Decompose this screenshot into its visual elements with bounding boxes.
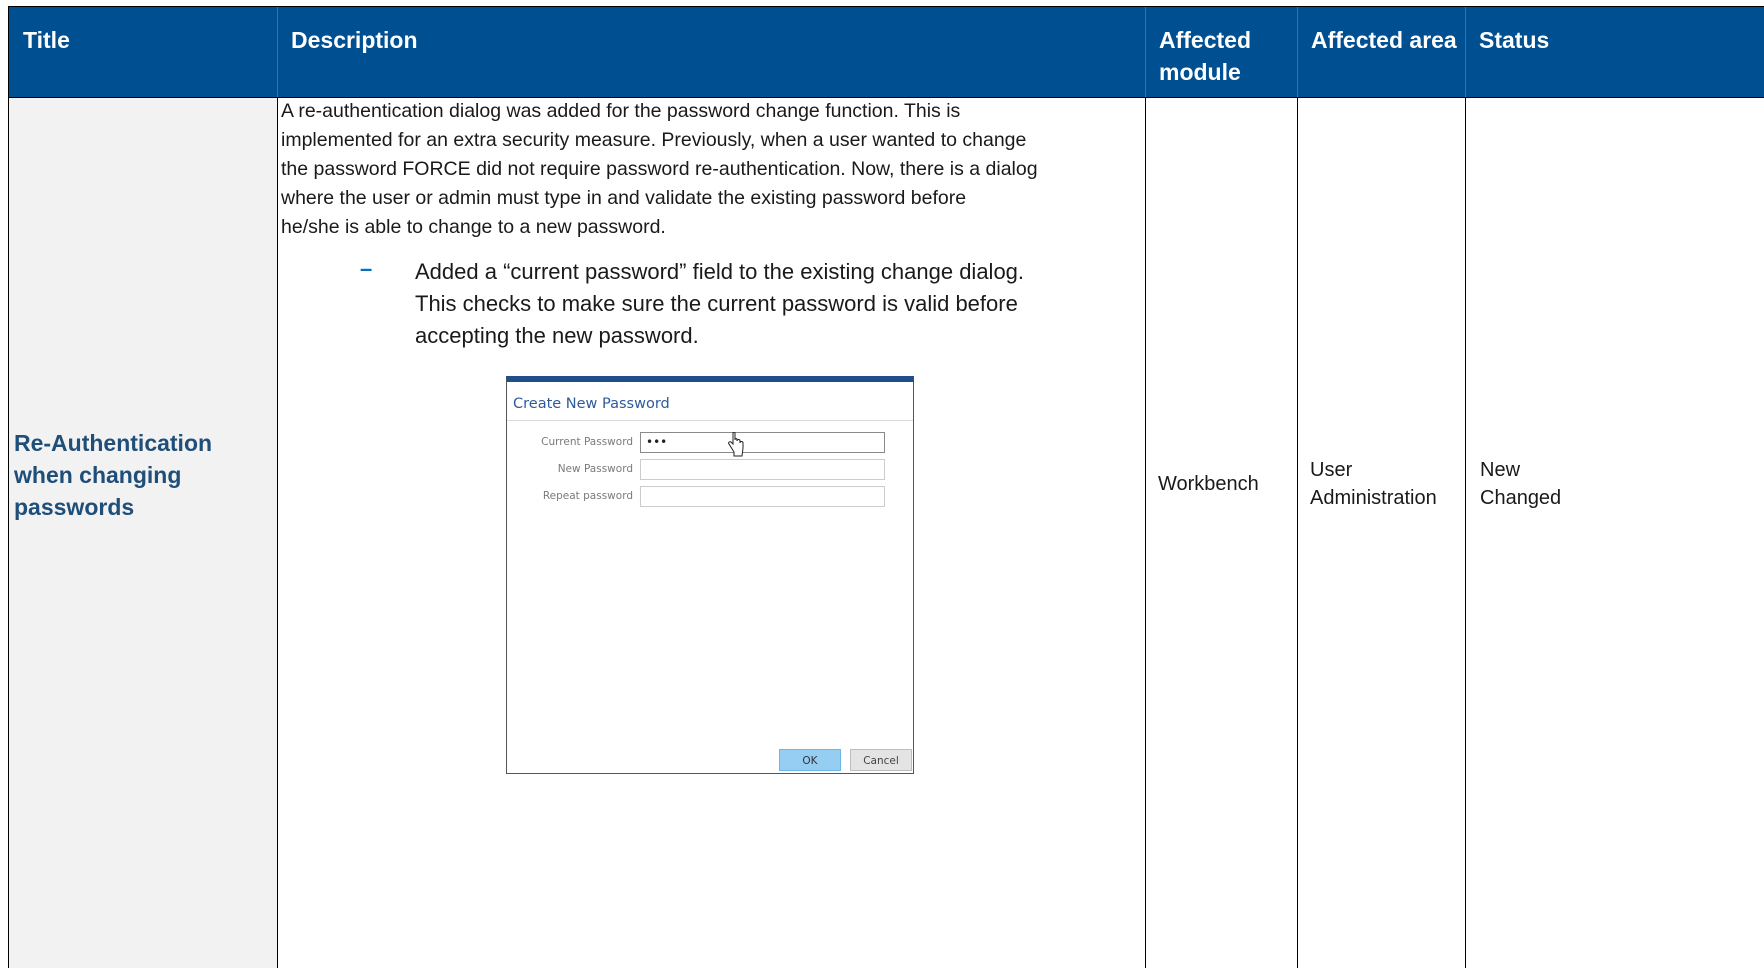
current-password-label: Current Password <box>541 436 633 448</box>
description-line: A re-authentication dialog was added for… <box>281 100 961 122</box>
column-divider <box>277 98 278 968</box>
header-affected-module: Affected module <box>1159 27 1252 85</box>
new-password-label: New Password <box>557 463 633 475</box>
ok-button[interactable]: OK <box>779 749 841 771</box>
header-divider <box>277 7 278 97</box>
dialog-divider <box>507 420 913 421</box>
column-divider <box>1297 98 1298 968</box>
affected-area-line: User <box>1310 459 1353 481</box>
row-description: A re-authentication dialog was added for… <box>281 97 1141 242</box>
header-divider <box>1297 7 1298 97</box>
new-password-input[interactable] <box>640 459 885 480</box>
repeat-password-input[interactable] <box>640 486 885 507</box>
bullet-line: This checks to make sure the current pas… <box>415 291 1018 316</box>
header-description: Description <box>291 27 418 53</box>
description-line: he/she is able to change to a new passwo… <box>281 216 666 238</box>
column-divider <box>1465 98 1466 968</box>
status-value: New Changed <box>1480 456 1561 512</box>
bullet-dash: – <box>360 256 373 281</box>
bullet-line: Added a “current password” field to the … <box>415 259 1025 284</box>
row-title: Re-Authentication when changing password… <box>14 430 213 520</box>
header-divider <box>1465 7 1466 97</box>
header-affected-area: Affected area <box>1311 27 1457 53</box>
dialog-title: Create New Password <box>513 396 670 412</box>
bullet-text: Added a “current password” field to the … <box>415 256 1095 352</box>
column-divider <box>1145 98 1146 968</box>
header-divider <box>1145 7 1146 97</box>
affected-area-line: Administration <box>1310 487 1437 509</box>
table-header: Title Description Affected module Affect… <box>9 7 1764 98</box>
status-line: New <box>1480 459 1521 481</box>
description-line: implemented for an extra security measur… <box>281 129 1027 151</box>
dialog-screenshot: Create New Password Current Password •••… <box>506 376 914 774</box>
header-status: Status <box>1479 27 1550 53</box>
affected-area-value: User Administration <box>1310 456 1437 512</box>
status-line: Changed <box>1480 487 1562 509</box>
current-password-input[interactable]: ••• <box>640 432 885 453</box>
hand-pointer-icon <box>728 432 744 457</box>
description-line: where the user or admin must type in and… <box>281 187 967 209</box>
description-line: the password FORCE did not require passw… <box>281 158 1038 180</box>
repeat-password-label: Repeat password <box>542 490 633 502</box>
affected-module-value: Workbench <box>1158 473 1259 495</box>
cancel-button[interactable]: Cancel <box>850 749 912 771</box>
title-cell <box>9 98 277 968</box>
bullet-line: accepting the new password. <box>415 323 699 348</box>
header-title: Title <box>23 27 70 53</box>
